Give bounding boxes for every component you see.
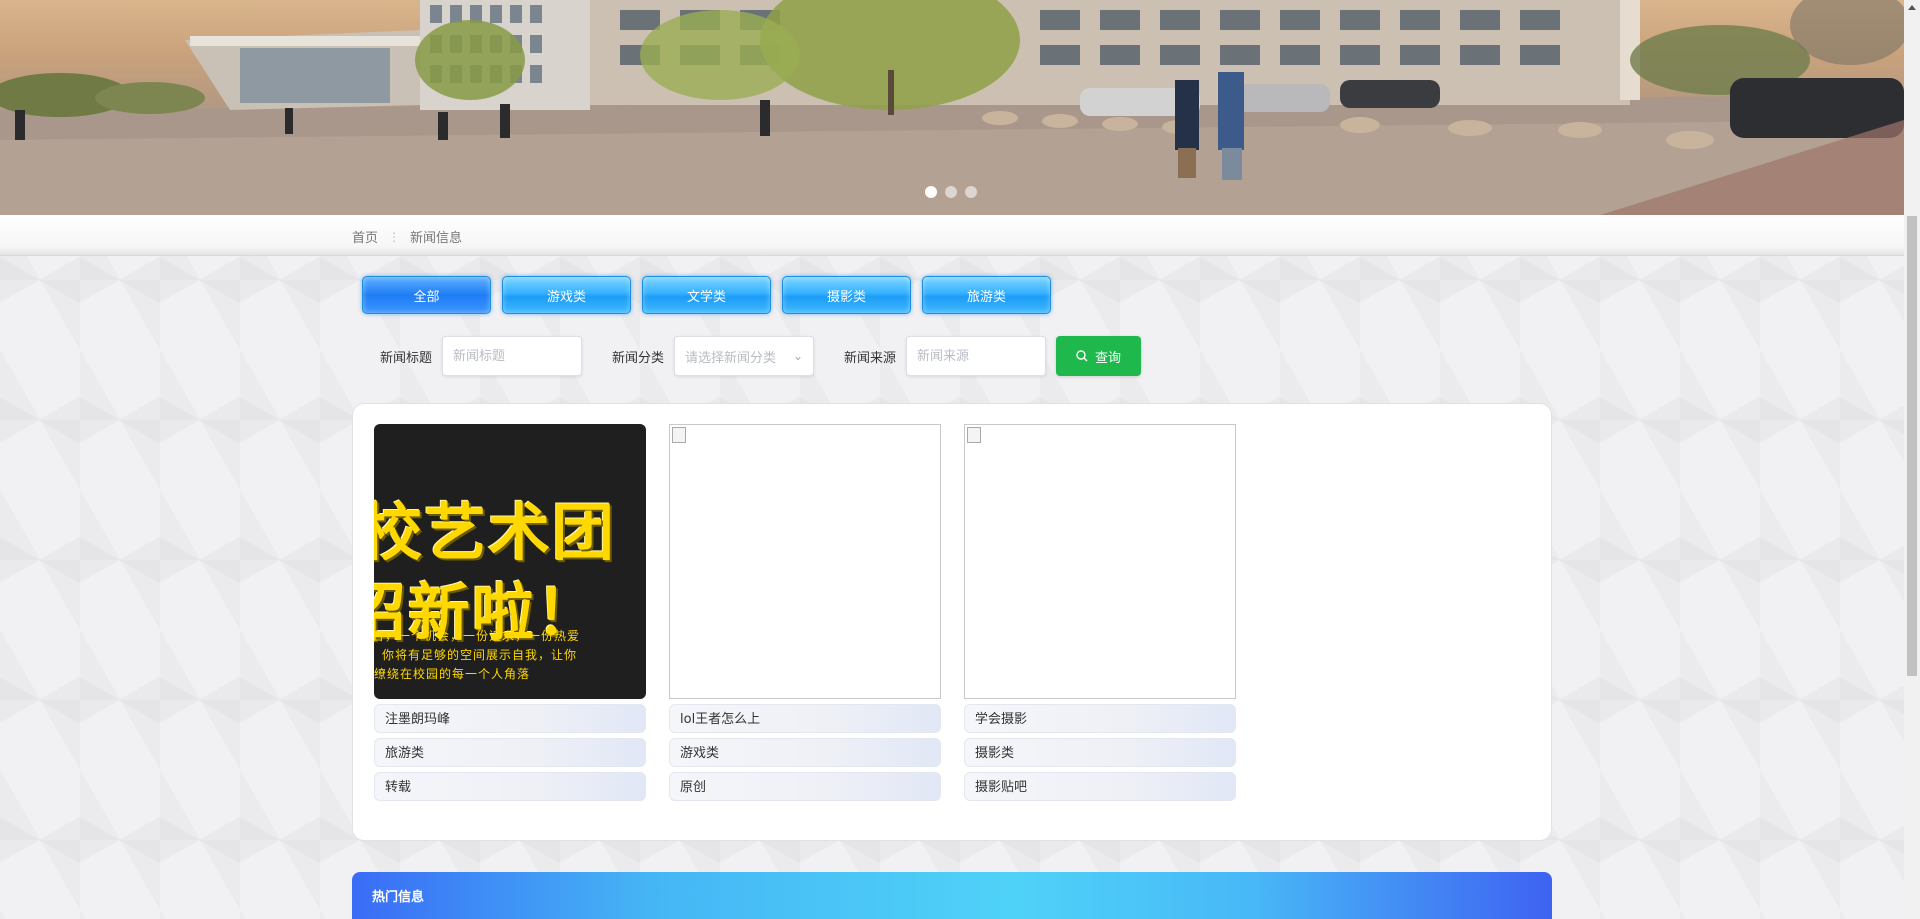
scroll-up-arrow-icon[interactable] [1908,5,1916,10]
news-title[interactable]: 注墨朗玛峰 [374,704,646,733]
breadcrumb-home-link[interactable]: 首页 [352,227,378,246]
news-source: 转载 [374,772,646,801]
search-form: 新闻标题 新闻分类 请选择新闻分类 ⌄ 新闻来源 查询 [380,336,1142,376]
news-image[interactable]: 校艺术团 招新啦！ 台，一个机会，一份追求，一份热爱 你将有足够的空间展示自我，… [374,424,646,699]
broken-image-icon [967,427,981,443]
carousel-dot-3[interactable] [965,186,977,198]
tab-literature[interactable]: 文学类 [642,276,771,314]
news-category: 摄影类 [964,738,1236,767]
page-scrollbar[interactable] [1904,0,1920,919]
news-image[interactable] [964,424,1236,699]
scrollbar-thumb[interactable] [1907,216,1917,676]
breadcrumb: 首页 ⋮ 新闻信息 [352,227,463,247]
tab-games[interactable]: 游戏类 [502,276,631,314]
carousel-dot-1[interactable] [925,186,937,198]
hot-info-header: 热门信息 [352,872,1552,919]
hot-info-title: 热门信息 [372,890,425,905]
poster-headline: 校艺术团 [374,496,617,569]
news-title-label: 新闻标题 [380,350,433,366]
news-source-input[interactable] [906,336,1047,376]
search-icon [1076,350,1088,362]
chevron-down-icon: ⌄ [792,349,804,363]
news-title[interactable]: 学会摄影 [964,704,1236,733]
news-category: 旅游类 [374,738,646,767]
news-card[interactable]: lol王者怎么上 游戏类 原创 [669,424,941,801]
news-source: 摄影贴吧 [964,772,1236,801]
tab-travel[interactable]: 旅游类 [922,276,1051,314]
category-tabs: 全部 游戏类 文学类 摄影类 旅游类 [362,276,1051,314]
news-category: 游戏类 [669,738,941,767]
news-list-panel: 校艺术团 招新啦！ 台，一个机会，一份追求，一份热爱 你将有足够的空间展示自我，… [352,403,1552,841]
carousel-dot-2[interactable] [945,186,957,198]
news-category-select[interactable]: 请选择新闻分类 ⌄ [674,336,815,376]
news-image[interactable] [669,424,941,699]
news-title-input[interactable] [442,336,583,376]
news-source: 原创 [669,772,941,801]
tab-all[interactable]: 全部 [362,276,491,314]
hero-banner [0,0,1904,215]
poster-text: 你将有足够的空间展示自我，让你 [382,648,578,662]
news-category-label: 新闻分类 [612,350,665,366]
breadcrumb-separator: ⋮ [388,229,401,244]
query-button-label: 查询 [1095,349,1122,365]
poster-text: 缭绕在校园的每一个人角落 [374,667,531,681]
tab-photography[interactable]: 摄影类 [782,276,911,314]
breadcrumb-current: 新闻信息 [410,231,463,246]
query-button[interactable]: 查询 [1056,336,1142,376]
news-source-label: 新闻来源 [844,350,897,366]
carousel-dots [925,186,977,198]
news-category-placeholder: 请选择新闻分类 [685,350,777,366]
breadcrumb-bar: 首页 ⋮ 新闻信息 [0,215,1904,256]
news-title[interactable]: lol王者怎么上 [669,704,941,733]
broken-image-icon [672,427,686,443]
poster-text: 台，一个机会，一份追求，一份热爱 [374,629,581,643]
campus-photo [0,0,1904,215]
news-card[interactable]: 学会摄影 摄影类 摄影贴吧 [964,424,1236,801]
news-card[interactable]: 校艺术团 招新啦！ 台，一个机会，一份追求，一份热爱 你将有足够的空间展示自我，… [374,424,646,801]
